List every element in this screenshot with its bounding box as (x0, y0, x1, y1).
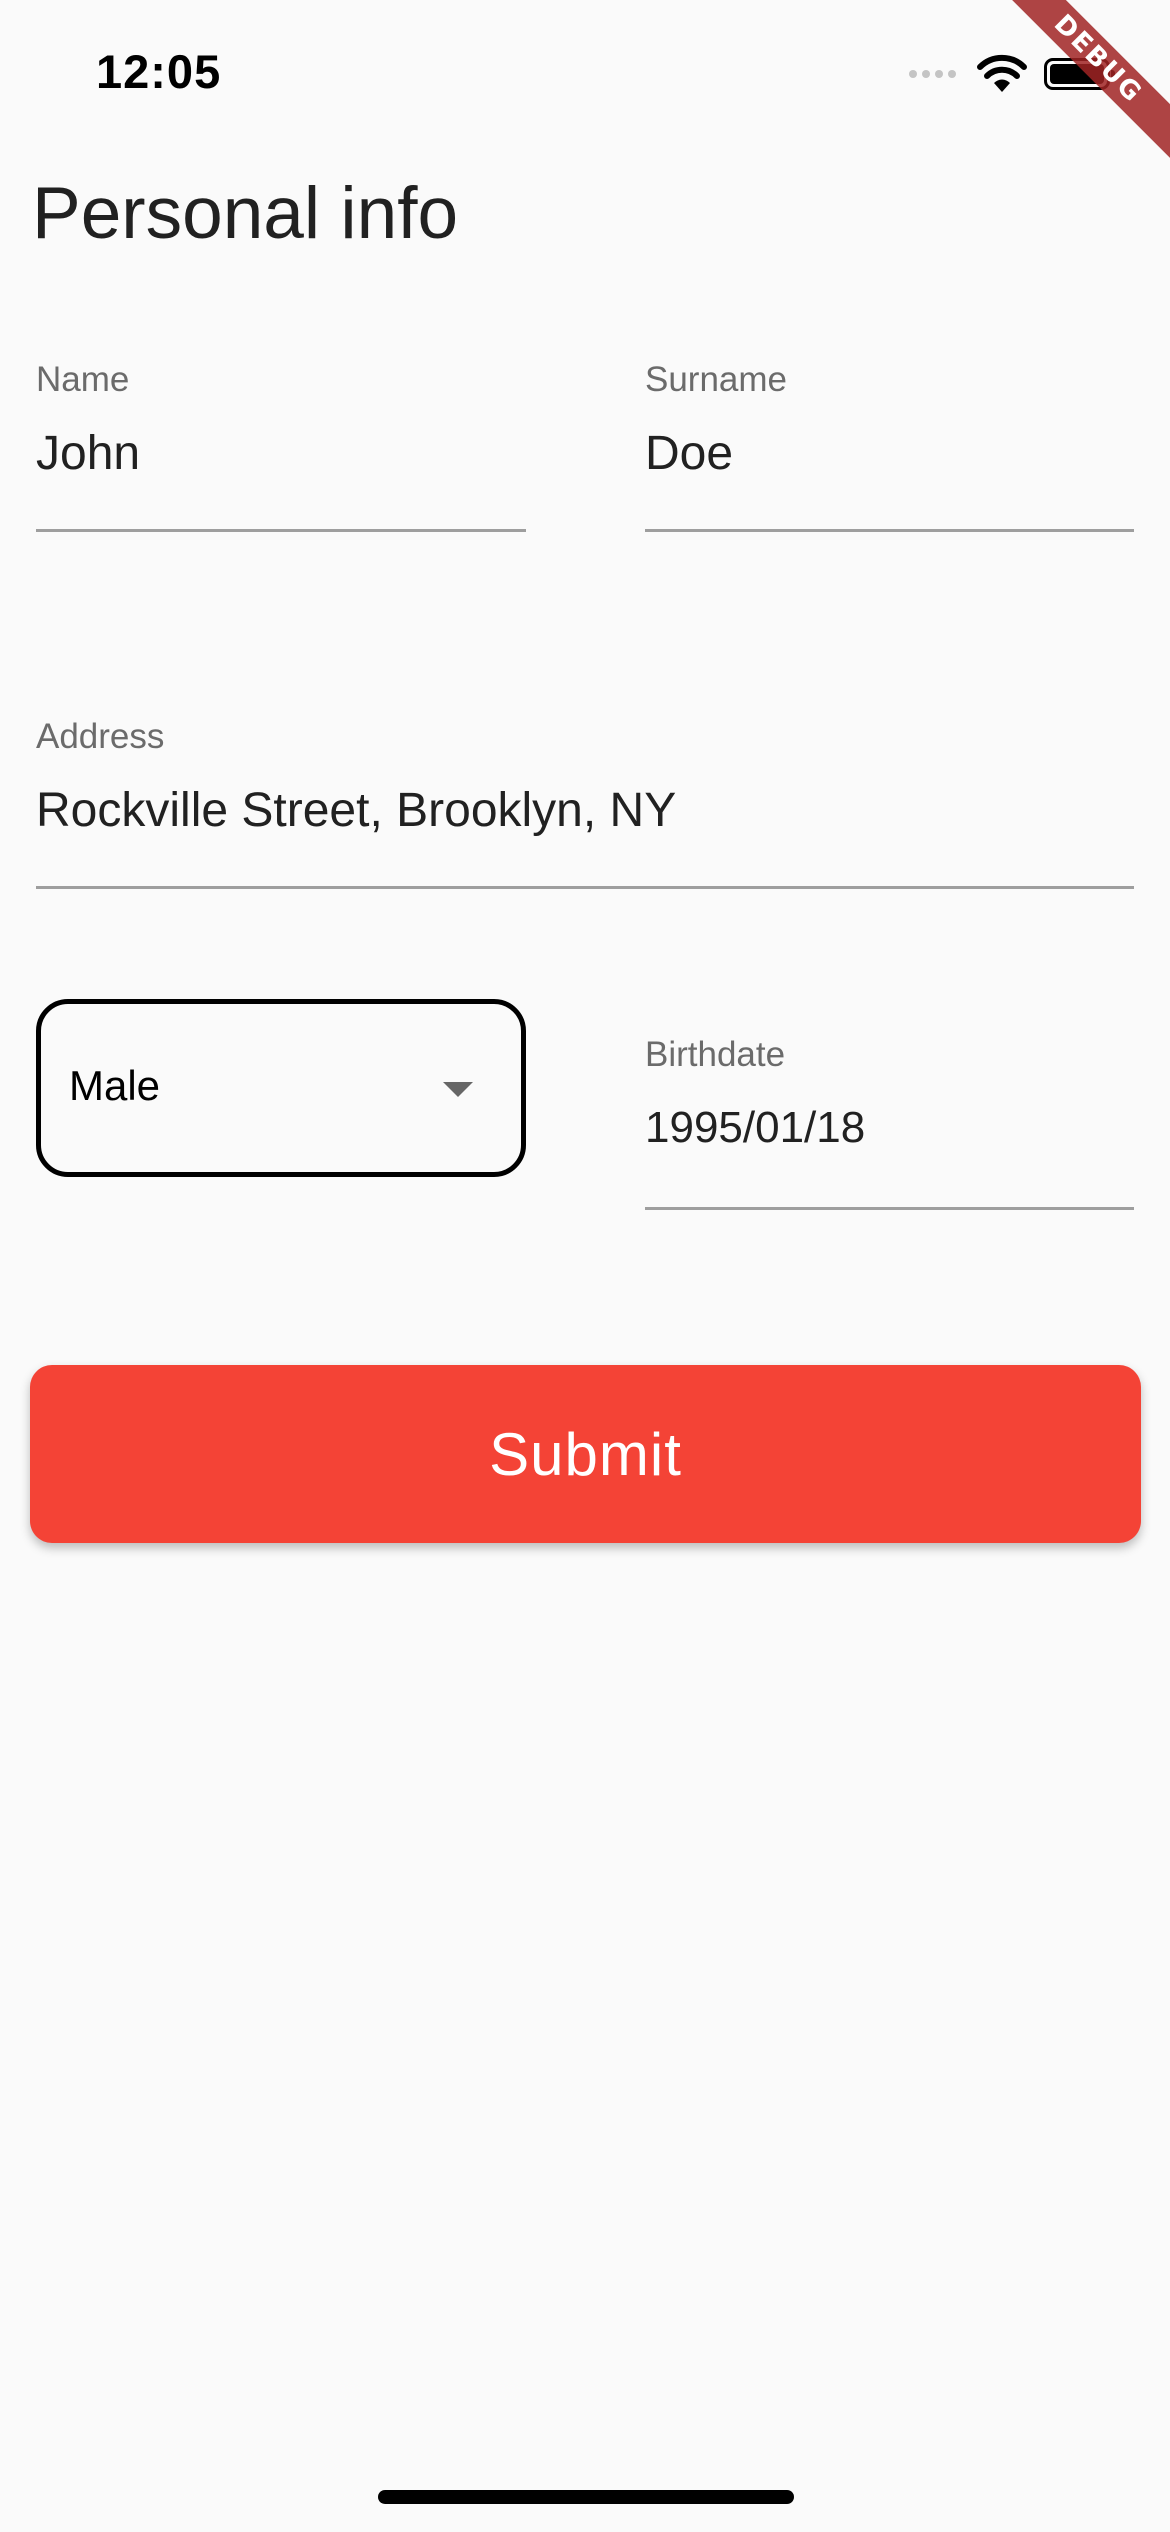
surname-value[interactable]: Doe (645, 426, 733, 481)
gender-selected-value: Male (69, 1062, 161, 1109)
name-field[interactable]: Name John (36, 350, 526, 532)
page-title: Personal info (32, 173, 459, 254)
signal-icon (909, 70, 956, 78)
dropdown-arrow-icon[interactable] (443, 1082, 473, 1097)
home-indicator[interactable] (378, 2490, 794, 2504)
gender-dropdown[interactable]: Male (36, 999, 526, 1177)
battery-icon (1044, 58, 1115, 90)
submit-button[interactable]: Submit (30, 1365, 1141, 1543)
status-icons (909, 54, 1115, 94)
address-label: Address (36, 717, 165, 756)
surname-label: Surname (645, 360, 788, 399)
name-value[interactable]: John (36, 426, 140, 481)
surname-field[interactable]: Surname Doe (645, 350, 1134, 532)
address-field[interactable]: Address Rockville Street, Brooklyn, NY (36, 707, 1134, 889)
address-value[interactable]: Rockville Street, Brooklyn, NY (36, 783, 676, 838)
birthdate-value[interactable]: 1995/01/18 (645, 1103, 865, 1153)
birthdate-field[interactable]: Birthdate 1995/01/18 (645, 1028, 1134, 1210)
name-label: Name (36, 360, 130, 399)
status-time: 12:05 (96, 45, 222, 98)
debug-banner: DEBUG (980, 0, 1170, 190)
birthdate-label: Birthdate (645, 1035, 786, 1074)
wifi-icon (977, 54, 1027, 92)
